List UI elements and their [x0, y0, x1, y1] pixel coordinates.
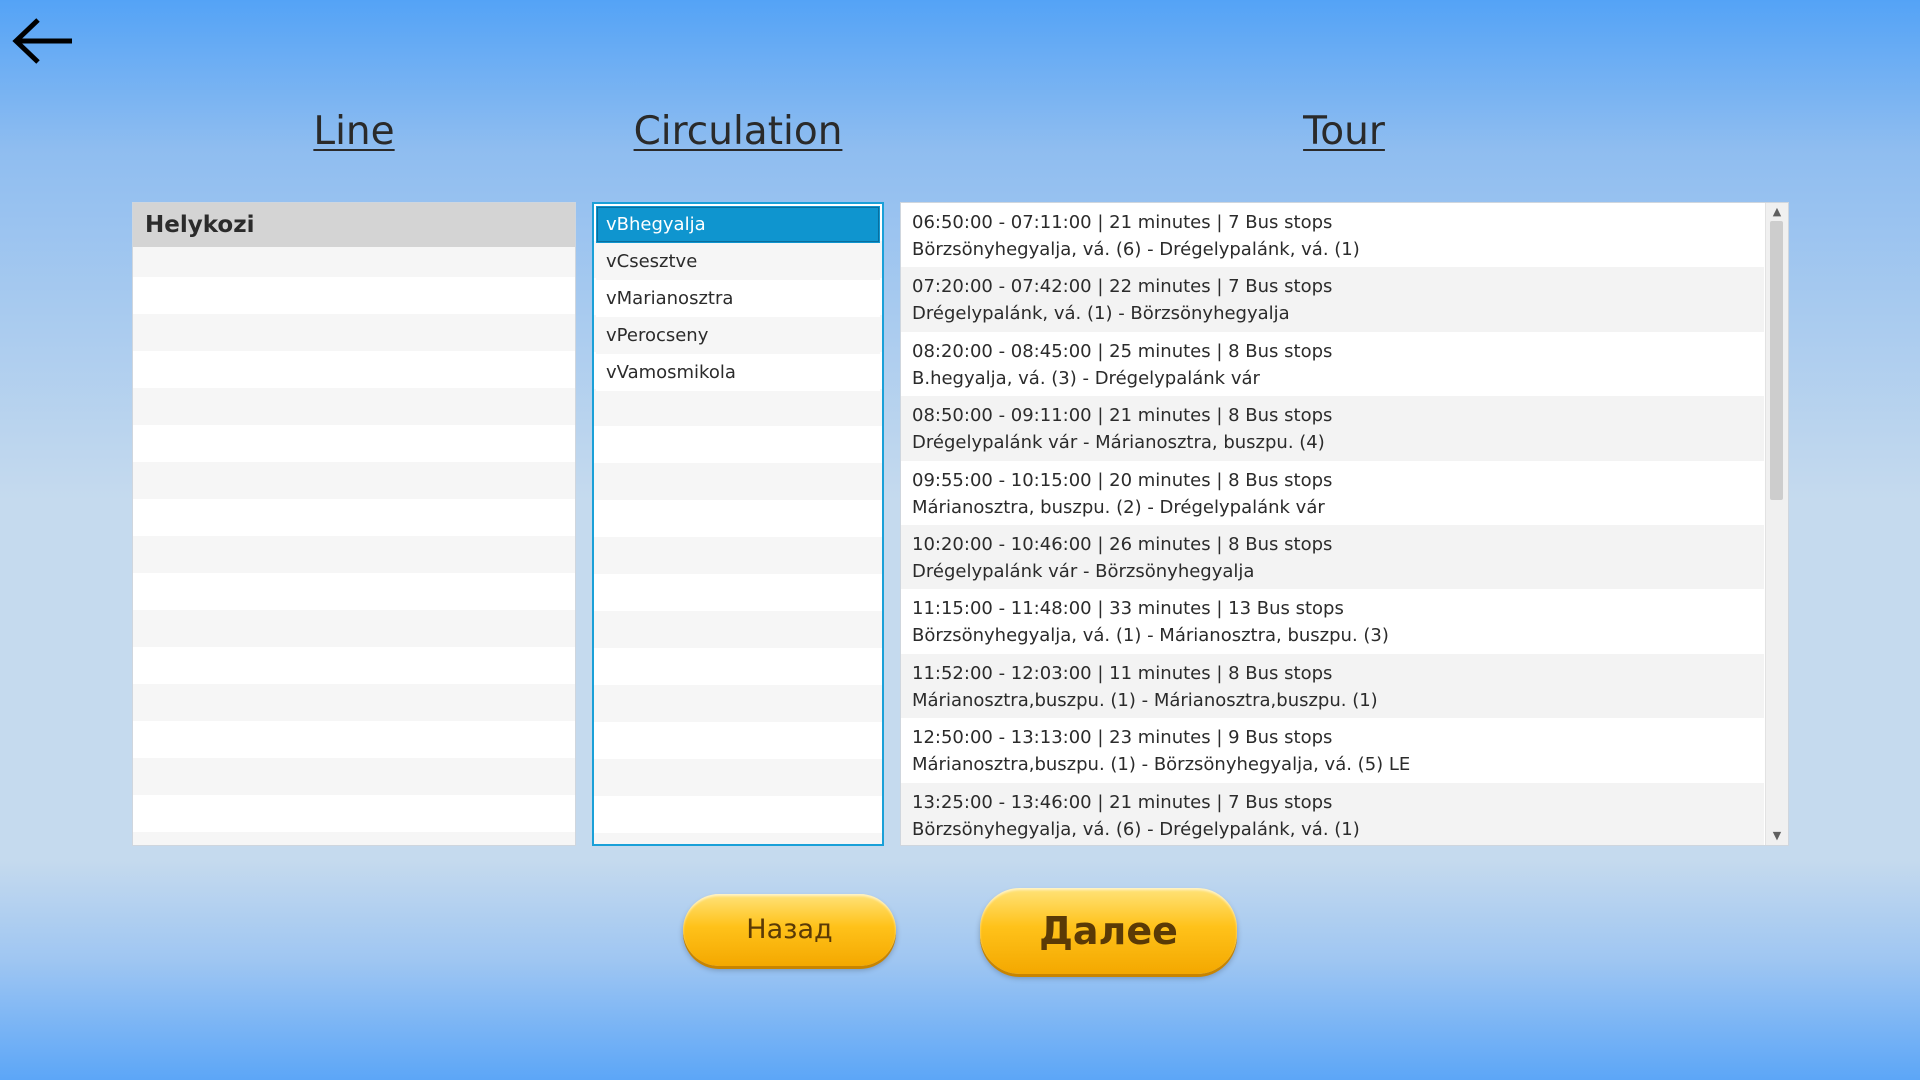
- tour-item-times: 06:50:00 - 07:11:00 | 21 minutes | 7 Bus…: [912, 212, 1333, 233]
- tour-item[interactable]: 06:50:00 - 07:11:00 | 21 minutes | 7 Bus…: [901, 203, 1764, 268]
- next-button[interactable]: Далее: [980, 888, 1237, 974]
- tour-item-times: 12:50:00 - 13:13:00 | 23 minutes | 9 Bus…: [912, 727, 1333, 749]
- circulation-item[interactable]: vVamosmikola: [596, 354, 880, 391]
- tour-item-route: Drégelypalánk vár - Börzsönyhegyalja: [912, 560, 1255, 582]
- circulation-item[interactable]: vMarianosztra: [596, 280, 880, 317]
- circulation-item[interactable]: vBhegyalja: [596, 206, 880, 243]
- tour-item[interactable]: 13:25:00 - 13:46:00 | 21 minutes | 7 Bus…: [901, 782, 1764, 845]
- tour-item-route: Drégelypalánk, vá. (1) - Börzsönyhegyalj…: [912, 303, 1290, 325]
- tour-item-times: 10:20:00 - 10:46:00 | 26 minutes | 8 Bus…: [912, 533, 1333, 555]
- line-list[interactable]: Helykozi: [132, 202, 576, 846]
- circulation-list[interactable]: vBhegyalja vCsesztve vMarianosztra vPerocse…: [592, 202, 884, 846]
- tour-item[interactable]: 08:50:00 - 09:11:00 | 21 minutes | 8 Bus…: [901, 396, 1764, 461]
- line-list-background: [133, 203, 575, 845]
- tour-item-route: Drégelypalánk vár - Márianosztra, buszpu…: [912, 432, 1325, 454]
- tour-item[interactable]: 10:20:00 - 10:46:00 | 26 minutes | 8 Bus…: [901, 524, 1764, 590]
- circulation-item[interactable]: vPerocseny: [596, 317, 880, 354]
- tour-items: 06:50:00 - 07:11:00 | 21 minutes | 7 Bus…: [901, 203, 1764, 845]
- tour-item-route: Börzsönyhegyalja, vá. (1) - Márianosztra…: [912, 625, 1389, 647]
- tour-item-route: Márianosztra, buszpu. (2) - Drégelypalán…: [912, 496, 1325, 518]
- scroll-up-icon[interactable]: ▲: [1766, 203, 1788, 221]
- tour-item-times: 08:20:00 - 08:45:00 | 25 minutes | 8 Bus…: [912, 340, 1333, 362]
- tour-item[interactable]: 08:20:00 - 08:45:00 | 25 minutes | 8 Bus…: [901, 331, 1764, 397]
- circulation-item[interactable]: vCsesztve: [596, 243, 880, 280]
- tour-item-times: 13:25:00 - 13:46:00 | 21 minutes | 7 Bus…: [912, 791, 1333, 813]
- tour-item-times: 11:15:00 - 11:48:00 | 33 minutes | 13 Bu…: [912, 598, 1344, 620]
- scroll-down-icon[interactable]: ▼: [1766, 827, 1788, 845]
- arrow-left-icon: [12, 18, 72, 64]
- tour-item[interactable]: 07:20:00 - 07:42:00 | 22 minutes | 7 Bus…: [901, 267, 1764, 332]
- circulation-column-title: Circulation: [633, 109, 843, 154]
- circulation-items: vBhegyalja vCsesztve vMarianosztra vPerocse…: [596, 206, 880, 391]
- tour-list[interactable]: 06:50:00 - 07:11:00 | 21 minutes | 7 Bus…: [900, 202, 1789, 846]
- tour-item-route: Börzsönyhegyalja, vá. (6) - Drégelypalán…: [912, 239, 1360, 260]
- tour-item-route: B.hegyalja, vá. (3) - Drégelypalánk vár: [912, 367, 1260, 389]
- back-arrow-button[interactable]: [10, 14, 74, 68]
- scroll-thumb[interactable]: [1770, 221, 1783, 500]
- tour-item[interactable]: 11:15:00 - 11:48:00 | 33 minutes | 13 Bu…: [901, 589, 1764, 654]
- tour-item-times: 07:20:00 - 07:42:00 | 22 minutes | 7 Bus…: [912, 276, 1333, 298]
- back-button[interactable]: Назад: [683, 894, 896, 966]
- tour-item-route: Márianosztra,buszpu. (1) - Börzsönyhegya…: [912, 754, 1411, 776]
- line-column-title: Line: [313, 109, 395, 154]
- tour-item-route: Börzsönyhegyalja, vá. (6) - Drégelypalán…: [912, 818, 1360, 840]
- tour-item[interactable]: 12:50:00 - 13:13:00 | 23 minutes | 9 Bus…: [901, 718, 1764, 783]
- line-item-selected[interactable]: Helykozi: [133, 203, 575, 247]
- tour-item[interactable]: 09:55:00 - 10:15:00 | 20 minutes | 8 Bus…: [901, 460, 1764, 525]
- tour-scrollbar[interactable]: ▲ ▼: [1765, 203, 1788, 845]
- tour-column-title: Tour: [1303, 109, 1385, 154]
- tour-item-route: Márianosztra,buszpu. (1) - Márianosztra,…: [912, 689, 1378, 711]
- tour-item-times: 08:50:00 - 09:11:00 | 21 minutes | 8 Bus…: [912, 405, 1333, 427]
- tour-item[interactable]: 11:52:00 - 12:03:00 | 11 minutes | 8 Bus…: [901, 653, 1764, 719]
- tour-item-times: 09:55:00 - 10:15:00 | 20 minutes | 8 Bus…: [912, 469, 1333, 491]
- tour-item-times: 11:52:00 - 12:03:00 | 11 minutes | 8 Bus…: [912, 662, 1333, 684]
